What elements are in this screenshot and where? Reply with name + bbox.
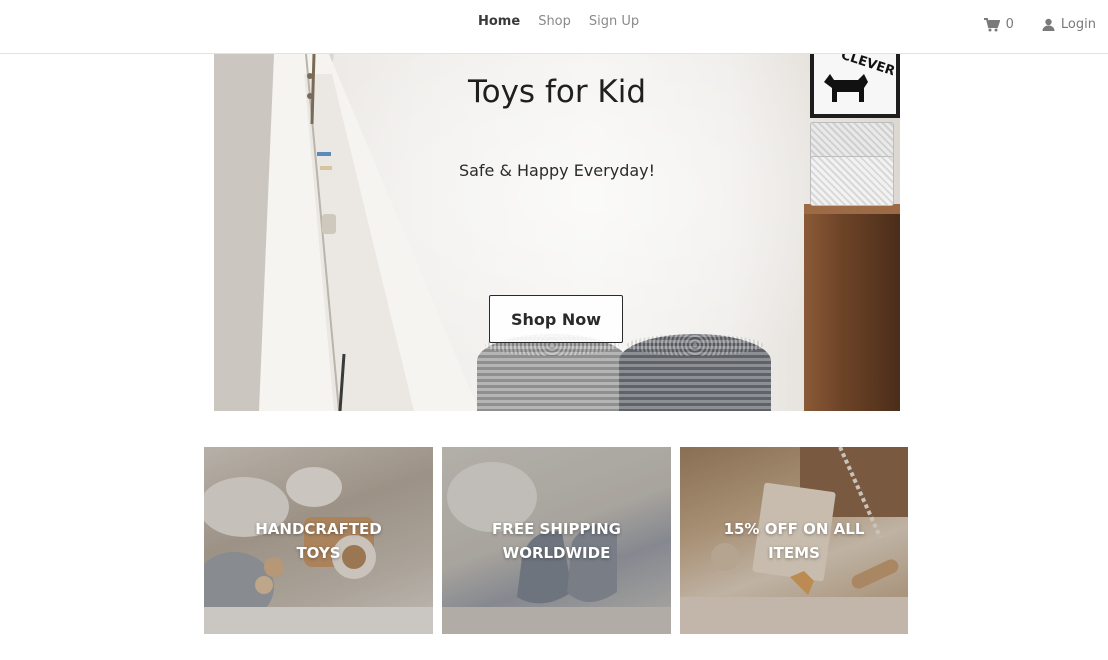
shop-now-button[interactable]: Shop Now <box>489 295 623 343</box>
cart-icon <box>983 17 1000 32</box>
hero-title: Toys for Kid <box>467 74 647 110</box>
login-button[interactable]: Login <box>1042 17 1096 32</box>
nav-signup-link[interactable]: Sign Up <box>589 14 639 29</box>
nav-shop-link[interactable]: Shop <box>538 14 571 29</box>
login-label: Login <box>1060 17 1096 32</box>
feature-tile-handcrafted[interactable]: HANDCRAFTED TOYS <box>204 447 433 634</box>
hero-subtitle: Safe & Happy Everyday! <box>458 161 656 180</box>
main-nav: Home Shop Sign Up <box>478 14 639 29</box>
feature-tile-discount[interactable]: 15% OFF ON ALL ITEMS <box>680 447 908 634</box>
user-icon <box>1042 18 1055 31</box>
header-tools: 0 Login <box>983 17 1096 32</box>
feature-label: 15% OFF ON ALL ITEMS <box>723 519 865 562</box>
knitted-pouf-light <box>477 334 627 411</box>
feature-label: HANDCRAFTED TOYS <box>255 519 382 562</box>
nav-home-link[interactable]: Home <box>478 14 520 29</box>
top-navbar: Home Shop Sign Up 0 Login <box>0 0 1108 54</box>
hero-banner: CLEVER Toys for Kid Safe & Happy Everyda… <box>214 54 900 411</box>
feature-tile-shipping[interactable]: FREE SHIPPING WORLDWIDE <box>442 447 671 634</box>
knitted-pouf-dark <box>619 334 771 411</box>
wooden-cabinet <box>804 204 900 411</box>
cart-button[interactable]: 0 <box>983 17 1014 32</box>
feature-label: FREE SHIPPING WORLDWIDE <box>492 519 621 562</box>
cart-count: 0 <box>1005 17 1014 32</box>
feature-tiles: HANDCRAFTED TOYS FREE SHIPPING WORLDWIDE… <box>204 447 908 634</box>
